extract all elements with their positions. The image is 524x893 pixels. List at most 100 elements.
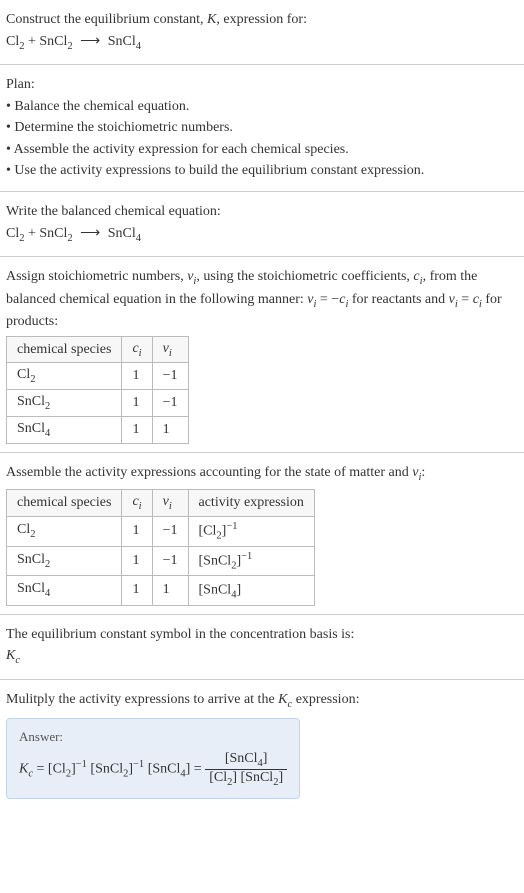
symbol-text: The equilibrium constant symbol in the c… (6, 625, 518, 645)
balanced-section: Write the balanced chemical equation: Cl… (0, 192, 524, 257)
ans-t2-exp: −1 (133, 759, 144, 770)
sp-sub: 2 (45, 559, 50, 570)
prompt-suffix: , expression for: (216, 12, 307, 27)
cell-nu: −1 (152, 390, 188, 417)
reactant-2: SnCl (39, 34, 67, 49)
table-row: Cl2 1 −1 (7, 363, 189, 390)
hdr-nu-sub: i (169, 501, 172, 512)
table-row: SnCl2 1 −1 (7, 390, 189, 417)
sp: SnCl (17, 421, 45, 436)
mult-b: expression: (292, 692, 359, 707)
plan-bullet-1: • Balance the chemical equation. (6, 97, 518, 117)
fraction-numerator: [SnCl4] (205, 751, 287, 770)
bal-r2-sub: 2 (67, 232, 72, 243)
plan-bullet-4: • Use the activity expressions to build … (6, 161, 518, 181)
bal-plus: + (24, 226, 39, 241)
table-header-row: chemical species ci νi (7, 336, 189, 363)
bal-r2: SnCl (39, 226, 67, 241)
sp-sub: 2 (45, 401, 50, 412)
product-1: SnCl (108, 34, 136, 49)
act-base: [Cl (199, 524, 217, 539)
K-sym: K (6, 648, 15, 663)
balanced-title: Write the balanced chemical equation: (6, 202, 518, 222)
cell-c: 1 (122, 576, 152, 605)
answer-label: Answer: (19, 729, 287, 745)
act-close: ] (236, 583, 241, 598)
ans-K: K (19, 762, 28, 777)
balanced-equation: Cl2 + SnCl2 ⟶ SnCl4 (6, 224, 518, 246)
cell-c: 1 (122, 546, 152, 575)
table-row: SnCl4 1 1 (7, 417, 189, 444)
ans-t1: [Cl (48, 762, 66, 777)
cell-activity: [Cl2]−1 (188, 517, 314, 546)
stoich-section: Assign stoichiometric numbers, νi , using… (0, 257, 524, 453)
fraction: [SnCl4][Cl2] [SnCl2] (205, 751, 287, 788)
prompt-section: Construct the equilibrium constant, K, e… (0, 0, 524, 65)
sp: SnCl (17, 581, 45, 596)
cell-species: SnCl4 (7, 417, 122, 444)
act-base: [SnCl (199, 583, 232, 598)
cell-species: Cl2 (7, 363, 122, 390)
bal-arrow-icon: ⟶ (80, 224, 100, 244)
sp: Cl (17, 522, 30, 537)
eq2-mid: = (458, 292, 473, 307)
cell-species: SnCl2 (7, 546, 122, 575)
hdr-species: chemical species (7, 336, 122, 363)
bal-p1: SnCl (108, 226, 136, 241)
cell-species: Cl2 (7, 517, 122, 546)
cell-species: SnCl4 (7, 576, 122, 605)
table-header-row: chemical species ci νi activity expressi… (7, 490, 315, 517)
cell-c: 1 (122, 417, 152, 444)
hdr-c-sub: i (139, 347, 142, 358)
cell-nu: −1 (152, 363, 188, 390)
activity-table: chemical species ci νi activity expressi… (6, 489, 315, 605)
hdr-c: ci (122, 336, 152, 363)
sp: Cl (17, 367, 30, 382)
hdr-c: ci (122, 490, 152, 517)
activity-text: Assemble the activity expressions accoun… (6, 463, 518, 485)
den-b-close: ] (278, 770, 283, 785)
activity-text-a: Assemble the activity expressions accoun… (6, 465, 412, 480)
act-exp: −1 (241, 551, 252, 562)
mult-K: K (278, 692, 287, 707)
ans-t3: [SnCl (148, 762, 181, 777)
cell-species: SnCl2 (7, 390, 122, 417)
hdr-species: chemical species (7, 490, 122, 517)
den-b: [SnCl (237, 770, 273, 785)
symbol-section: The equilibrium constant symbol in the c… (0, 615, 524, 680)
ans-t2: [SnCl (90, 762, 123, 777)
stoich-table: chemical species ci νi Cl2 1 −1 SnCl2 1 … (6, 336, 189, 444)
cell-nu: −1 (152, 517, 188, 546)
reactant-1: Cl (6, 34, 19, 49)
answer-section: Mulitply the activity expressions to arr… (0, 680, 524, 807)
reaction-arrow-icon: ⟶ (80, 32, 100, 52)
activity-text-b: : (421, 465, 425, 480)
eq1-mid: = − (316, 292, 339, 307)
sp-sub: 4 (45, 588, 50, 599)
symbol-value: Kc (6, 646, 518, 668)
answer-expression: Kc = [Cl2]−1 [SnCl2]−1 [SnCl4] = [SnCl4]… (19, 751, 287, 788)
plan-section: Plan: • Balance the chemical equation. •… (0, 65, 524, 192)
stoich-text: Assign stoichiometric numbers, νi, using… (6, 267, 518, 332)
hdr-nu: νi (152, 336, 188, 363)
den-a: [Cl (209, 770, 227, 785)
product-1-sub: 4 (136, 40, 141, 51)
bal-r1: Cl (6, 226, 19, 241)
table-row: SnCl4 1 1 [SnCl4] (7, 576, 315, 605)
act-exp: −1 (226, 521, 237, 532)
stoich-text-b: , using the stoichiometric coefficients, (196, 269, 413, 284)
num-base: [SnCl (225, 751, 258, 766)
plan-title: Plan: (6, 75, 518, 95)
answer-box: Answer: Kc = [Cl2]−1 [SnCl2]−1 [SnCl4] =… (6, 718, 300, 799)
sp: SnCl (17, 552, 45, 567)
stoich-text-d: for reactants and (348, 292, 448, 307)
hdr-activity: activity expression (188, 490, 314, 517)
cell-activity: [SnCl4] (188, 576, 314, 605)
cell-nu: 1 (152, 417, 188, 444)
activity-section: Assemble the activity expressions accoun… (0, 453, 524, 615)
stoich-text-a: Assign stoichiometric numbers, (6, 269, 187, 284)
table-row: SnCl2 1 −1 [SnCl2]−1 (7, 546, 315, 575)
table-row: Cl2 1 −1 [Cl2]−1 (7, 517, 315, 546)
bal-p1-sub: 4 (136, 232, 141, 243)
hdr-nu: νi (152, 490, 188, 517)
